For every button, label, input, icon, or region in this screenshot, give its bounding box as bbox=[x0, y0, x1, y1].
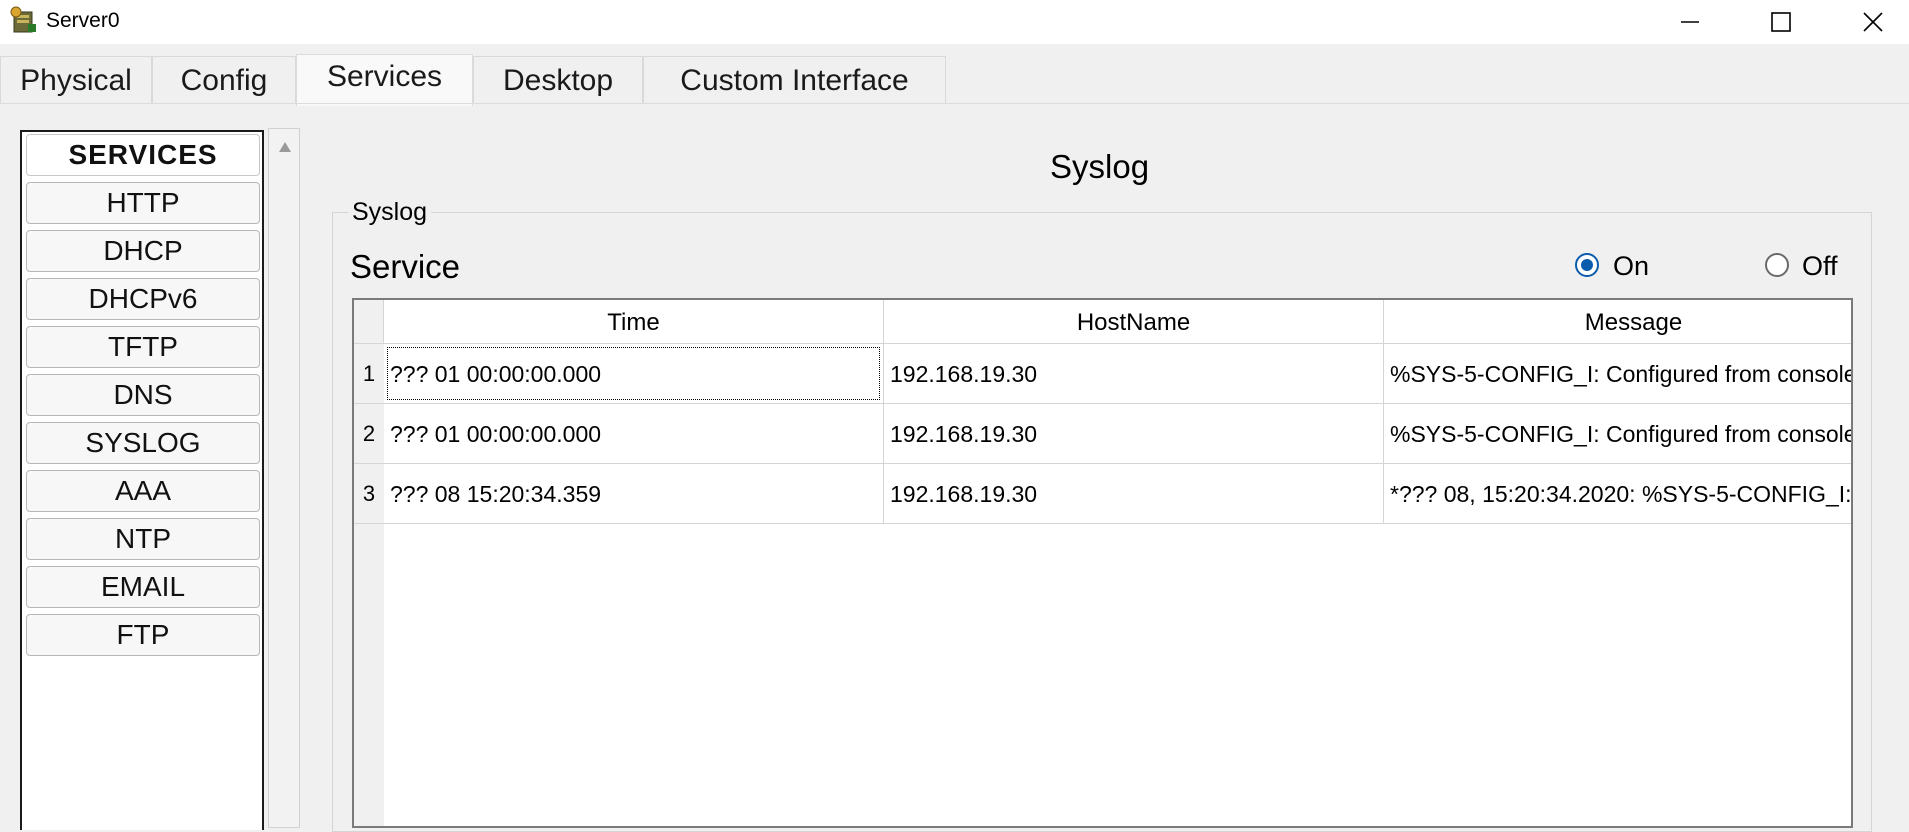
service-item-dns[interactable]: DNS bbox=[26, 374, 260, 416]
table-cell-time[interactable]: ??? 08 15:20:34.359 bbox=[384, 464, 884, 524]
table-cell-message[interactable]: %SYS-5-CONFIG_I: Configured from console bbox=[1384, 404, 1851, 464]
close-button[interactable] bbox=[1827, 0, 1909, 44]
maximize-button[interactable] bbox=[1735, 0, 1827, 44]
service-item-http[interactable]: HTTP bbox=[26, 182, 260, 224]
minimize-button[interactable] bbox=[1644, 0, 1736, 44]
window-title: Server0 bbox=[46, 9, 120, 32]
table-cell-hostname[interactable]: 192.168.19.30 bbox=[884, 464, 1384, 524]
table-cell-hostname[interactable]: 192.168.19.30 bbox=[884, 404, 1384, 464]
column-header-hostname[interactable]: HostName bbox=[884, 300, 1384, 344]
tab-physical[interactable]: Physical bbox=[0, 56, 152, 104]
table-cell-hostname[interactable]: 192.168.19.30 bbox=[884, 344, 1384, 404]
radio-off-label[interactable]: Off bbox=[1802, 251, 1838, 282]
group-label: Syslog bbox=[348, 198, 432, 227]
service-item-aaa[interactable]: AAA bbox=[26, 470, 260, 512]
service-label: Service bbox=[350, 248, 461, 285]
syslog-table[interactable]: Time HostName Message 1 ??? 01 00:00:00.… bbox=[352, 298, 1853, 828]
tab-custom-interface[interactable]: Custom Interface bbox=[643, 56, 946, 104]
service-item-ntp[interactable]: NTP bbox=[26, 518, 260, 560]
row-number: 1 bbox=[354, 344, 384, 404]
minimize-icon bbox=[1681, 21, 1699, 23]
services-header: SERVICES bbox=[26, 134, 260, 176]
service-item-dhcp[interactable]: DHCP bbox=[26, 230, 260, 272]
corner-header bbox=[354, 300, 384, 344]
title-bar: Server0 bbox=[0, 0, 1909, 44]
panel-title: Syslog bbox=[1050, 148, 1150, 185]
radio-off[interactable] bbox=[1765, 253, 1789, 277]
maximize-icon bbox=[1771, 12, 1791, 32]
service-item-tftp[interactable]: TFTP bbox=[26, 326, 260, 368]
radio-on[interactable] bbox=[1575, 253, 1599, 277]
service-item-ftp[interactable]: FTP bbox=[26, 614, 260, 656]
table-cell-message[interactable]: *??? 08, 15:20:34.2020: %SYS-5-CONFIG_I: bbox=[1384, 464, 1851, 524]
column-header-message[interactable]: Message bbox=[1384, 300, 1851, 344]
tab-bar: Physical Config Services Desktop Custom … bbox=[0, 44, 1909, 106]
scroll-up-arrow-icon[interactable] bbox=[278, 141, 292, 153]
row-number: 3 bbox=[354, 464, 384, 524]
service-item-email[interactable]: EMAIL bbox=[26, 566, 260, 608]
table-cell-message[interactable]: %SYS-5-CONFIG_I: Configured from console bbox=[1384, 344, 1851, 404]
radio-on-label[interactable]: On bbox=[1613, 251, 1649, 282]
column-header-time[interactable]: Time bbox=[384, 300, 884, 344]
tab-divider bbox=[0, 103, 1909, 104]
service-item-syslog[interactable]: SYSLOG bbox=[26, 422, 260, 464]
service-item-dhcpv6[interactable]: DHCPv6 bbox=[26, 278, 260, 320]
server-app-icon bbox=[10, 6, 36, 33]
tab-services[interactable]: Services bbox=[296, 54, 473, 106]
table-cell-time[interactable]: ??? 01 00:00:00.000 bbox=[384, 344, 884, 404]
tab-desktop[interactable]: Desktop bbox=[473, 56, 643, 104]
close-icon bbox=[1863, 12, 1883, 32]
services-scrollbar[interactable] bbox=[268, 128, 300, 828]
table-cell-time[interactable]: ??? 01 00:00:00.000 bbox=[384, 404, 884, 464]
row-number: 2 bbox=[354, 404, 384, 464]
tab-config[interactable]: Config bbox=[152, 56, 296, 104]
